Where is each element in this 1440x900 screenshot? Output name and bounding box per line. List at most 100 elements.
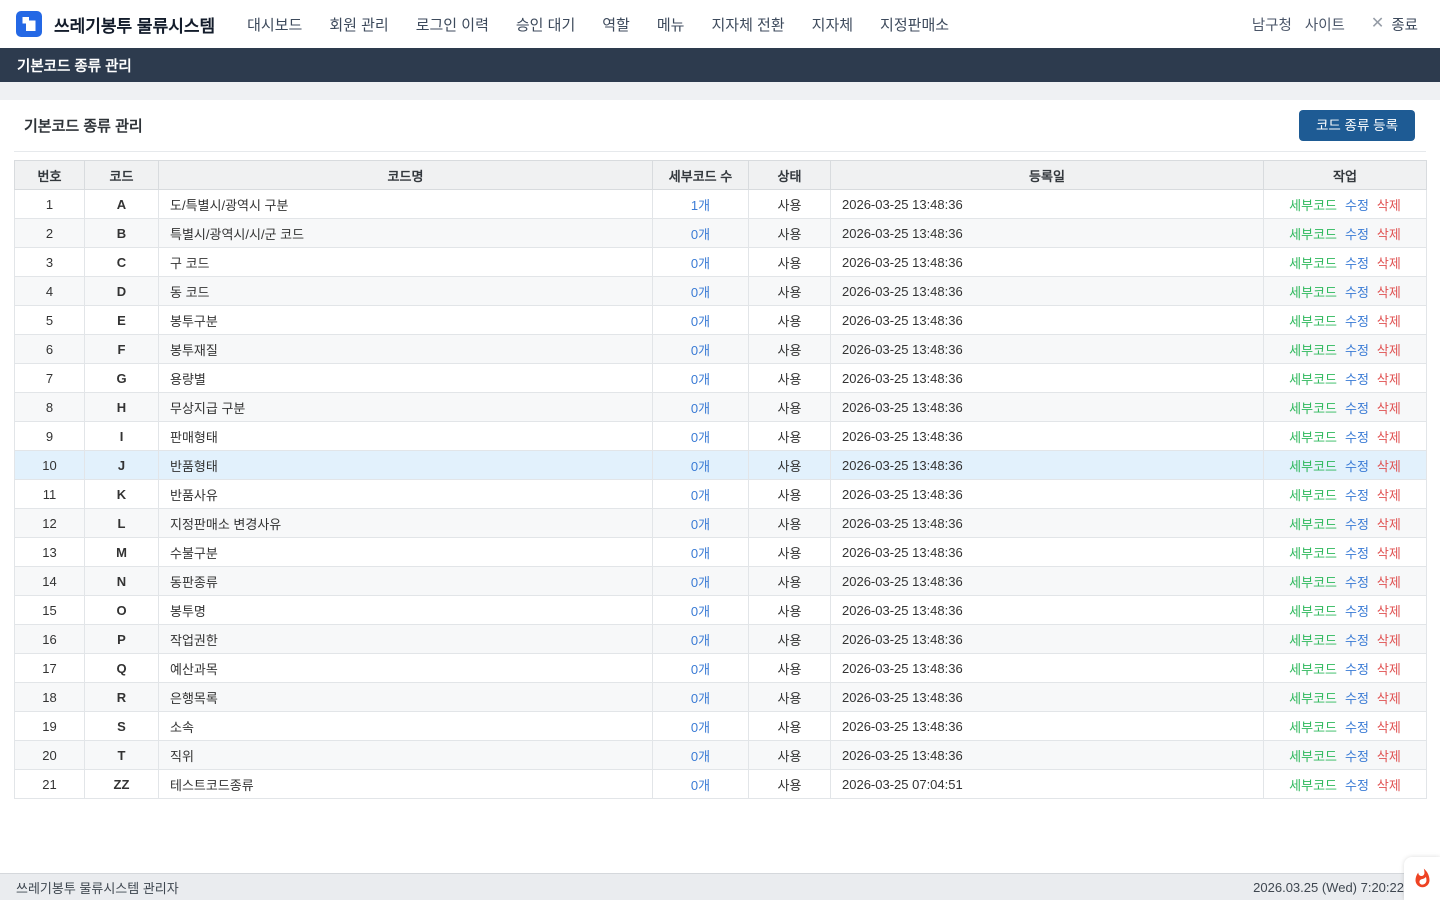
edit-link[interactable]: 수정: [1345, 227, 1369, 242]
detail-code-link[interactable]: 세부코드: [1289, 720, 1337, 735]
nav-item-7[interactable]: 지자체: [812, 14, 853, 35]
detail-count-link[interactable]: 0개: [691, 314, 710, 329]
detail-count-link[interactable]: 0개: [691, 720, 710, 735]
delete-link[interactable]: 삭제: [1377, 662, 1401, 677]
delete-link[interactable]: 삭제: [1377, 343, 1401, 358]
detail-code-link[interactable]: 세부코드: [1289, 546, 1337, 561]
delete-link[interactable]: 삭제: [1377, 459, 1401, 474]
detail-code-link[interactable]: 세부코드: [1289, 285, 1337, 300]
detail-code-link[interactable]: 세부코드: [1289, 314, 1337, 329]
detail-count-link[interactable]: 0개: [691, 372, 710, 387]
detail-count-link[interactable]: 0개: [691, 575, 710, 590]
detail-count-link[interactable]: 0개: [691, 430, 710, 445]
detail-count-link[interactable]: 0개: [691, 691, 710, 706]
cell-name: 용량별: [159, 364, 653, 393]
edit-link[interactable]: 수정: [1345, 343, 1369, 358]
detail-code-link[interactable]: 세부코드: [1289, 778, 1337, 793]
edit-link[interactable]: 수정: [1345, 285, 1369, 300]
detail-code-link[interactable]: 세부코드: [1289, 575, 1337, 590]
delete-link[interactable]: 삭제: [1377, 256, 1401, 271]
edit-link[interactable]: 수정: [1345, 256, 1369, 271]
detail-count-link[interactable]: 0개: [691, 749, 710, 764]
detail-count-link[interactable]: 1개: [691, 198, 710, 213]
delete-link[interactable]: 삭제: [1377, 691, 1401, 706]
delete-link[interactable]: 삭제: [1377, 314, 1401, 329]
delete-link[interactable]: 삭제: [1377, 488, 1401, 503]
detail-code-link[interactable]: 세부코드: [1289, 343, 1337, 358]
nav-item-1[interactable]: 회원 관리: [329, 14, 388, 35]
detail-count-link[interactable]: 0개: [691, 401, 710, 416]
edit-link[interactable]: 수정: [1345, 459, 1369, 474]
site-link[interactable]: 사이트: [1305, 14, 1345, 35]
detail-count-link[interactable]: 0개: [691, 517, 710, 532]
detail-code-link[interactable]: 세부코드: [1289, 401, 1337, 416]
edit-link[interactable]: 수정: [1345, 430, 1369, 445]
org-name-label: 남구청: [1252, 14, 1292, 35]
nav-item-0[interactable]: 대시보드: [247, 14, 302, 35]
edit-link[interactable]: 수정: [1345, 749, 1369, 764]
delete-link[interactable]: 삭제: [1377, 633, 1401, 648]
detail-count-link[interactable]: 0개: [691, 459, 710, 474]
delete-link[interactable]: 삭제: [1377, 575, 1401, 590]
delete-link[interactable]: 삭제: [1377, 546, 1401, 561]
detail-code-link[interactable]: 세부코드: [1289, 256, 1337, 271]
nav-item-5[interactable]: 메뉴: [657, 14, 685, 35]
detail-code-link[interactable]: 세부코드: [1289, 749, 1337, 764]
edit-link[interactable]: 수정: [1345, 198, 1369, 213]
edit-link[interactable]: 수정: [1345, 778, 1369, 793]
detail-count-link[interactable]: 0개: [691, 662, 710, 677]
detail-count-link[interactable]: 0개: [691, 546, 710, 561]
edit-link[interactable]: 수정: [1345, 372, 1369, 387]
edit-link[interactable]: 수정: [1345, 691, 1369, 706]
delete-link[interactable]: 삭제: [1377, 749, 1401, 764]
edit-link[interactable]: 수정: [1345, 662, 1369, 677]
nav-item-8[interactable]: 지정판매소: [880, 14, 949, 35]
delete-link[interactable]: 삭제: [1377, 430, 1401, 445]
detail-code-link[interactable]: 세부코드: [1289, 488, 1337, 503]
detail-count-link[interactable]: 0개: [691, 285, 710, 300]
register-code-type-button[interactable]: 코드 종류 등록: [1299, 110, 1415, 142]
detail-code-link[interactable]: 세부코드: [1289, 198, 1337, 213]
delete-link[interactable]: 삭제: [1377, 720, 1401, 735]
detail-code-link[interactable]: 세부코드: [1289, 633, 1337, 648]
detail-code-link[interactable]: 세부코드: [1289, 227, 1337, 242]
delete-link[interactable]: 삭제: [1377, 401, 1401, 416]
detail-code-link[interactable]: 세부코드: [1289, 662, 1337, 677]
exit-button[interactable]: ✕ 종료: [1371, 14, 1418, 35]
detail-code-link[interactable]: 세부코드: [1289, 604, 1337, 619]
detail-count-link[interactable]: 0개: [691, 778, 710, 793]
delete-link[interactable]: 삭제: [1377, 372, 1401, 387]
delete-link[interactable]: 삭제: [1377, 604, 1401, 619]
detail-code-link[interactable]: 세부코드: [1289, 517, 1337, 532]
nav-item-3[interactable]: 승인 대기: [516, 14, 575, 35]
delete-link[interactable]: 삭제: [1377, 227, 1401, 242]
detail-count-link[interactable]: 0개: [691, 633, 710, 648]
delete-link[interactable]: 삭제: [1377, 198, 1401, 213]
delete-link[interactable]: 삭제: [1377, 517, 1401, 532]
detail-count-link[interactable]: 0개: [691, 256, 710, 271]
delete-link[interactable]: 삭제: [1377, 285, 1401, 300]
edit-link[interactable]: 수정: [1345, 517, 1369, 532]
nav-item-2[interactable]: 로그인 이력: [416, 14, 489, 35]
detail-count-link[interactable]: 0개: [691, 604, 710, 619]
edit-link[interactable]: 수정: [1345, 546, 1369, 561]
nav-item-4[interactable]: 역할: [602, 14, 630, 35]
debug-toolbar-toggle[interactable]: [1404, 857, 1440, 900]
nav-item-6[interactable]: 지자체 전환: [711, 14, 784, 35]
edit-link[interactable]: 수정: [1345, 575, 1369, 590]
detail-code-link[interactable]: 세부코드: [1289, 691, 1337, 706]
detail-code-link[interactable]: 세부코드: [1289, 372, 1337, 387]
detail-count-link[interactable]: 0개: [691, 227, 710, 242]
edit-link[interactable]: 수정: [1345, 720, 1369, 735]
detail-code-link[interactable]: 세부코드: [1289, 459, 1337, 474]
edit-link[interactable]: 수정: [1345, 488, 1369, 503]
detail-code-link[interactable]: 세부코드: [1289, 430, 1337, 445]
cell-no: 4: [15, 277, 85, 306]
detail-count-link[interactable]: 0개: [691, 343, 710, 358]
edit-link[interactable]: 수정: [1345, 633, 1369, 648]
edit-link[interactable]: 수정: [1345, 314, 1369, 329]
edit-link[interactable]: 수정: [1345, 401, 1369, 416]
detail-count-link[interactable]: 0개: [691, 488, 710, 503]
edit-link[interactable]: 수정: [1345, 604, 1369, 619]
delete-link[interactable]: 삭제: [1377, 778, 1401, 793]
